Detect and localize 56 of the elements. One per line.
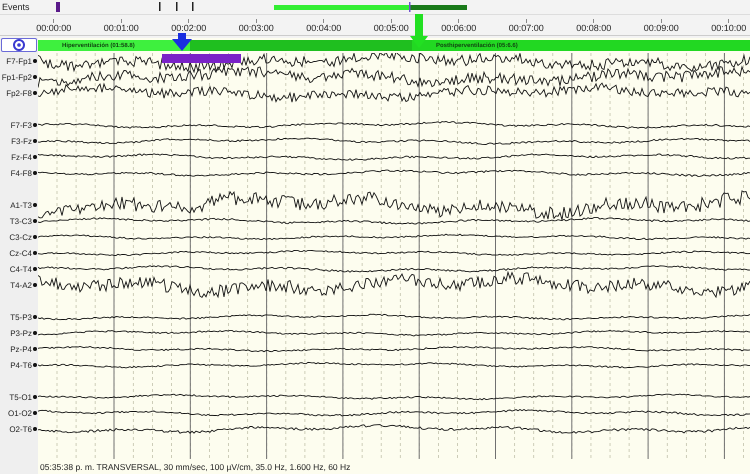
channel-dot-icon: [33, 251, 37, 255]
time-label: 00:08:00: [576, 23, 612, 33]
channel-dot-icon: [33, 155, 37, 159]
time-label: 00:01:00: [104, 23, 139, 33]
channel-label[interactable]: F4-F8: [10, 168, 32, 178]
channel-label[interactable]: Cz-C4: [9, 248, 32, 258]
channel-label[interactable]: C4-T4: [10, 264, 32, 274]
channel-label[interactable]: P4-T6: [10, 360, 32, 370]
channel-label[interactable]: F7-F3: [10, 120, 32, 130]
time-label: 00:07:00: [508, 23, 544, 33]
channel-label[interactable]: O2-T6: [9, 424, 32, 434]
time-label: 00:03:00: [238, 23, 274, 33]
channel-label[interactable]: O1-O2: [8, 408, 32, 418]
channel-label[interactable]: Fp2-F8: [6, 88, 32, 98]
channel-label[interactable]: T3-C3: [10, 216, 32, 226]
events-label: Events: [1, 2, 31, 12]
channel-label[interactable]: F3-Fz: [11, 136, 32, 146]
channel-dot-icon: [33, 203, 37, 207]
channel-dot-icon: [33, 235, 37, 239]
time-label: 00:06:00: [441, 23, 476, 33]
channel-dot-icon: [33, 347, 37, 351]
time-label: 00:10:00: [711, 23, 746, 33]
target-icon: [12, 39, 26, 51]
channel-label[interactable]: T5-P3: [10, 312, 32, 322]
time-label: 00:04:00: [306, 23, 342, 33]
time-label: 00:00:00: [36, 23, 72, 33]
channel-dot-icon: [33, 331, 37, 335]
channel-label[interactable]: T4-A2: [10, 280, 32, 290]
channel-dot-icon: [33, 91, 37, 95]
channel-dot-icon: [33, 267, 37, 271]
time-label: 00:09:00: [644, 23, 679, 33]
down-arrow-icon: [172, 33, 192, 51]
channel-label[interactable]: A1-T3: [10, 200, 32, 210]
channel-dot-icon: [33, 219, 37, 223]
channel-dot-icon: [33, 123, 37, 127]
channel-dot-icon: [33, 363, 37, 367]
channel-label[interactable]: T5-O1: [9, 392, 32, 402]
channel-label[interactable]: C3-Cz: [9, 232, 32, 242]
channel-dot-icon: [33, 283, 37, 287]
channel-label[interactable]: P3-Pz: [10, 328, 32, 338]
channel-dot-icon: [33, 59, 37, 63]
channel-dot-icon: [33, 171, 37, 175]
channel-dot-icon: [33, 411, 37, 415]
channel-label[interactable]: Fp1-Fp2: [2, 72, 32, 82]
time-label: 00:05:00: [374, 23, 409, 33]
channel-label[interactable]: Pz-P4: [10, 344, 32, 354]
channel-dot-icon: [33, 395, 37, 399]
time-label: 00:02:00: [171, 23, 206, 33]
status-text: 05:35:38 p. m. TRANSVERSAL, 30 mm/sec, 100 µV/cm, 35.0 Hz, 1.600 Hz, 60 Hz: [39, 462, 352, 472]
channel-dot-icon: [33, 427, 37, 431]
channel-label[interactable]: Fz-F4: [11, 152, 32, 162]
channel-dot-icon: [33, 139, 37, 143]
channel-dot-icon: [33, 75, 37, 79]
channel-dot-icon: [33, 315, 37, 319]
channel-label[interactable]: F7-Fp1: [6, 56, 32, 66]
center-button[interactable]: [1, 38, 37, 52]
